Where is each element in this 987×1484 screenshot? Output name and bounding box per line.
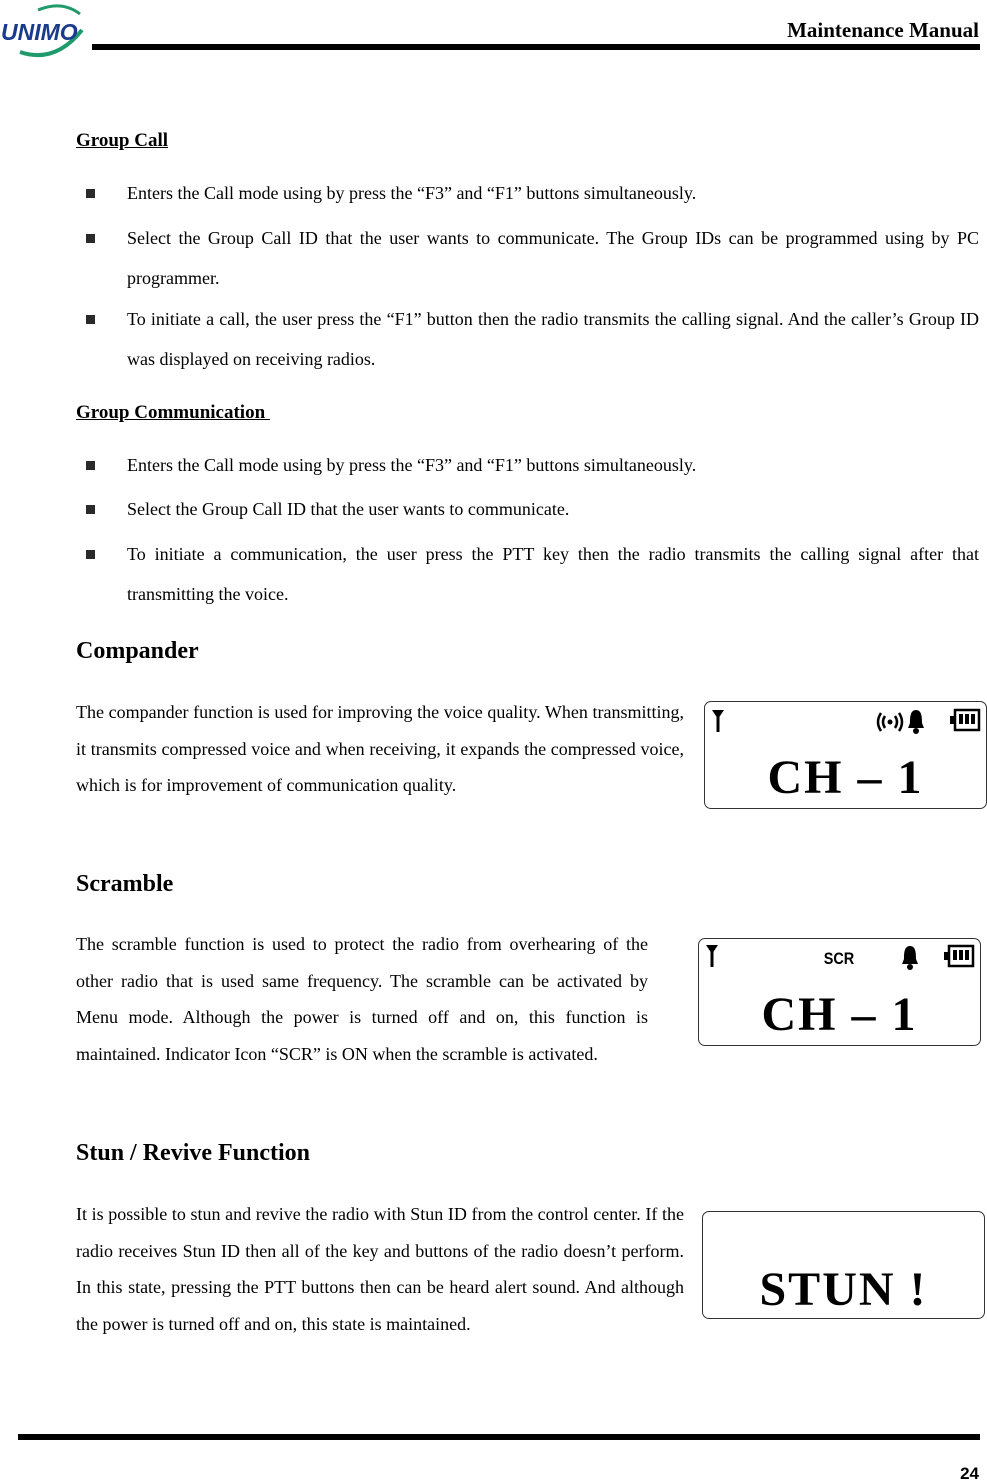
list-item-text: To initiate a communication, the user pr… — [127, 544, 979, 604]
header-divider — [92, 44, 980, 50]
square-bullet-icon — [86, 234, 95, 243]
bell-icon — [902, 946, 918, 970]
logo-text: UNIMO — [1, 19, 78, 45]
page-number: 24 — [960, 1464, 979, 1483]
list-item-text: Select the Group Call ID that the user w… — [127, 228, 979, 288]
antenna-icon — [712, 710, 724, 732]
list-item-text: Select the Group Call ID that the user w… — [127, 499, 570, 519]
scramble-lcd-display: SCR CH – 1 — [698, 938, 981, 1046]
bell-icon — [908, 710, 924, 734]
document-title: Maintenance Manual — [787, 18, 979, 42]
square-bullet-icon — [86, 189, 95, 198]
list-item: To initiate a communication, the user pr… — [86, 534, 979, 614]
stun-revive-heading: Stun / Revive Function — [76, 1140, 311, 1166]
compander-paragraph: The compander function is used for impro… — [76, 702, 684, 795]
scramble-heading: Scramble — [76, 871, 174, 897]
scramble-paragraph: The scramble function is used to protect… — [76, 934, 648, 1064]
lcd-channel-text: CH – 1 — [761, 988, 918, 1041]
square-bullet-icon — [86, 461, 95, 470]
compander-heading: Compander — [76, 638, 199, 664]
square-bullet-icon — [86, 315, 95, 324]
stun-revive-paragraph: It is possible to stun and revive the ra… — [76, 1204, 684, 1334]
stun-lcd-display: STUN ! — [702, 1211, 985, 1319]
list-item: Enters the Call mode using by press the … — [86, 173, 979, 213]
group-call-heading: Group Call — [76, 130, 169, 151]
lcd-channel-text: CH – 1 — [767, 751, 924, 804]
list-item-text: To initiate a call, the user press the “… — [127, 309, 979, 369]
list-item: Select the Group Call ID that the user w… — [86, 489, 979, 529]
scr-indicator: SCR — [823, 949, 855, 968]
battery-icon — [950, 708, 981, 732]
lcd-stun-text: STUN ! — [759, 1263, 928, 1316]
square-bullet-icon — [86, 550, 95, 559]
list-item-text: Enters the Call mode using by press the … — [127, 455, 697, 475]
list-item-text: Enters the Call mode using by press the … — [127, 183, 697, 203]
square-bullet-icon — [86, 505, 95, 514]
battery-icon — [944, 944, 975, 968]
group-communication-heading: Group Communication — [76, 402, 270, 423]
list-item: Enters the Call mode using by press the … — [86, 445, 979, 485]
unimo-logo: UNIMO — [0, 2, 100, 60]
antenna-icon — [706, 945, 718, 967]
list-item: Select the Group Call ID that the user w… — [86, 218, 979, 298]
list-item: To initiate a call, the user press the “… — [86, 299, 979, 379]
compander-signal-icon — [876, 712, 904, 732]
compander-lcd-display: CH – 1 — [704, 701, 987, 809]
footer-divider — [18, 1434, 980, 1440]
